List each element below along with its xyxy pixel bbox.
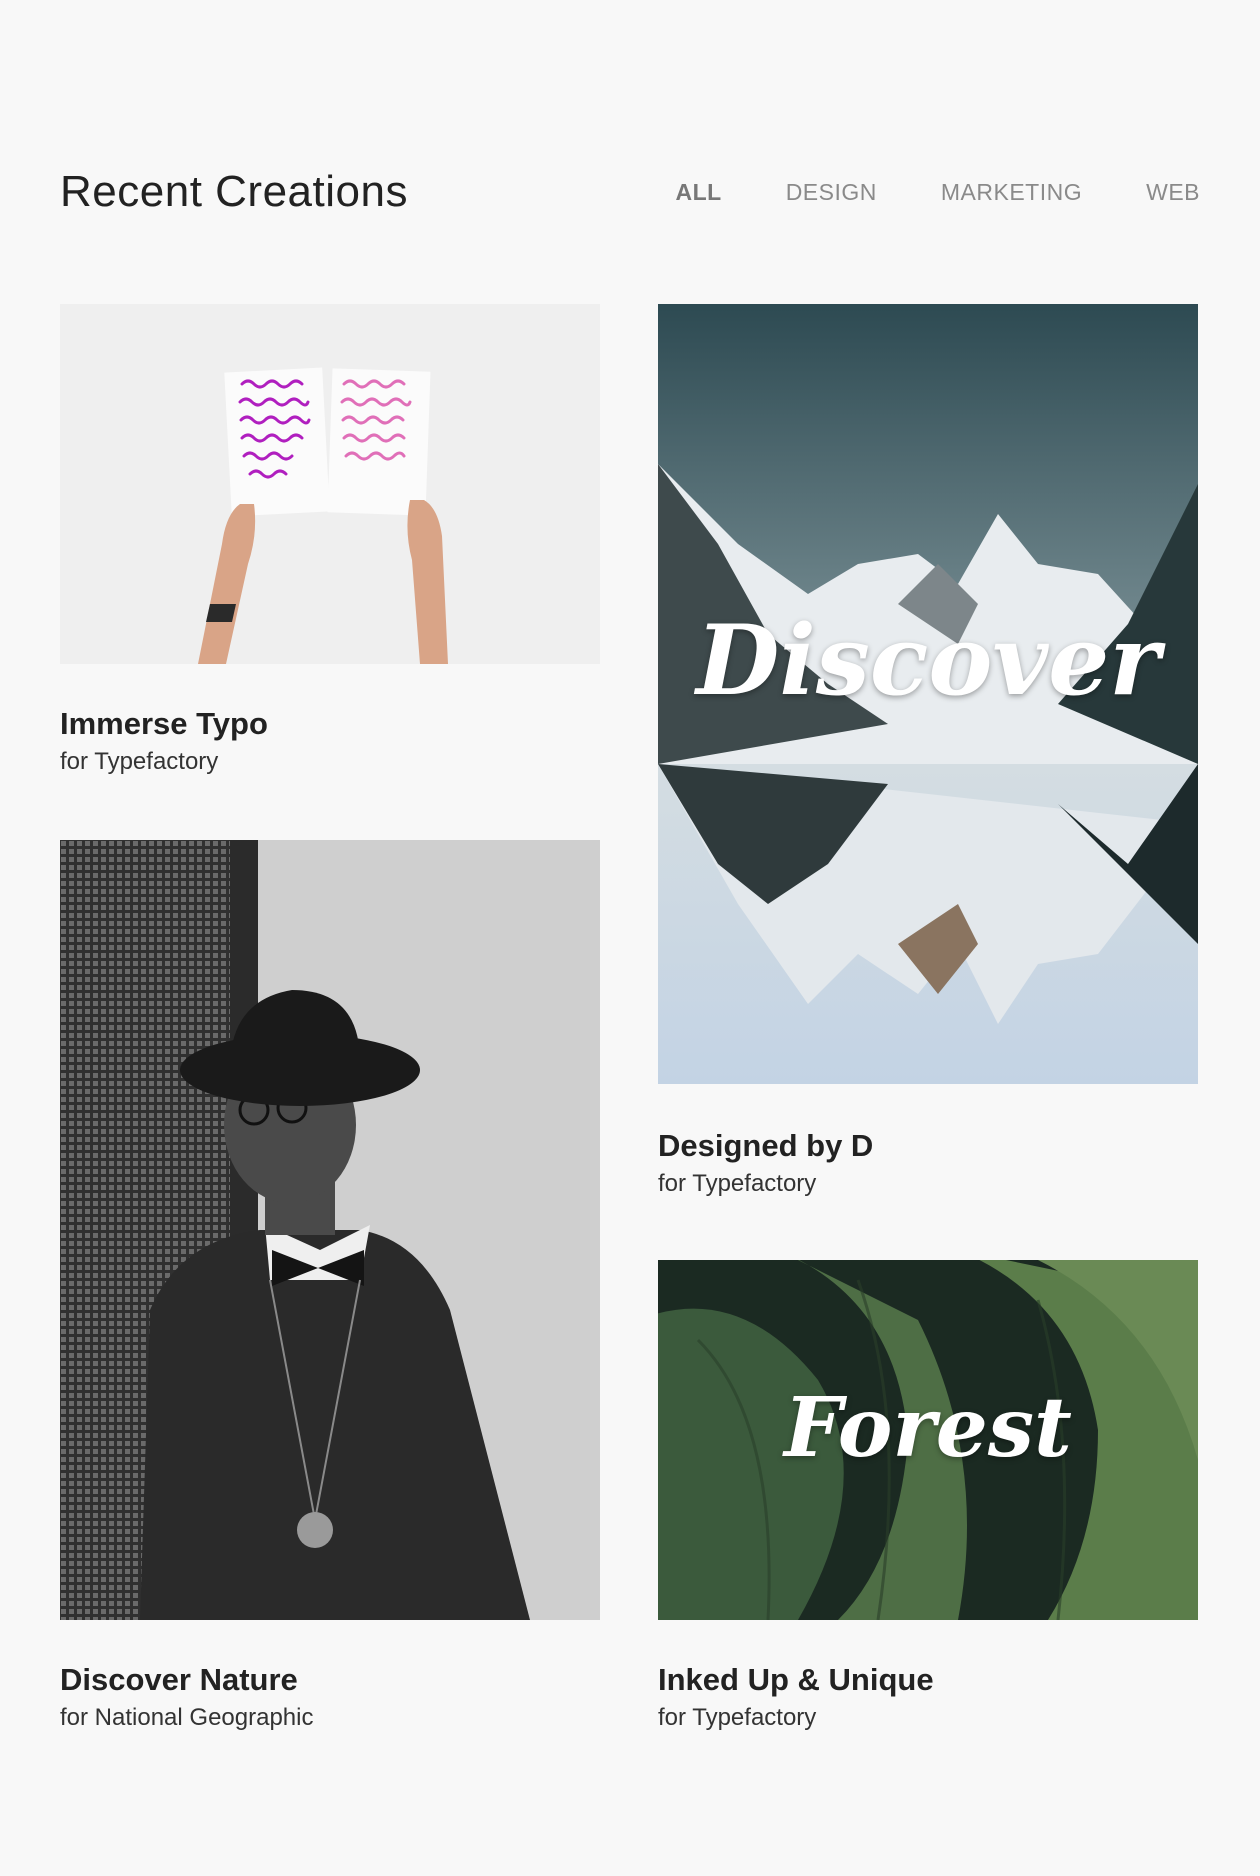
project-client: for Typefactory — [658, 1704, 817, 1731]
project-image[interactable] — [60, 840, 600, 1620]
project-meta: Designed by D for Typefactory — [658, 1128, 1198, 1198]
filter-web[interactable]: WEB — [1146, 179, 1200, 206]
project-title[interactable]: Immerse Typo — [60, 706, 600, 742]
project-image[interactable] — [60, 304, 600, 664]
project-card-discover-nature[interactable]: Discover Nature for National Geographic — [60, 840, 600, 1731]
project-title[interactable]: Designed by D — [658, 1128, 1198, 1164]
overlay-text-forest: Forest — [784, 1380, 1072, 1476]
typography-sheets-illustration — [60, 304, 600, 664]
project-card-inked-up-unique[interactable]: Forest Inked Up & Unique for Typefactory — [658, 1260, 1198, 1731]
project-card-designed-by-d[interactable]: Discover Designed by D for Typefactory — [658, 304, 1198, 1197]
project-title[interactable]: Inked Up & Unique — [658, 1662, 1198, 1698]
project-meta: Discover Nature for National Geographic — [60, 1662, 600, 1732]
project-image[interactable]: Discover — [658, 304, 1198, 1084]
category-filter: ALL DESIGN MARKETING WEB — [675, 179, 1200, 206]
portrait-illustration — [60, 840, 600, 1620]
project-client: for Typefactory — [60, 748, 219, 775]
overlay-text-discover: Discover — [696, 604, 1160, 717]
section-header: Recent Creations ALL DESIGN MARKETING WE… — [60, 160, 1200, 224]
project-meta: Inked Up & Unique for Typefactory — [658, 1662, 1198, 1732]
project-card-immerse-typo[interactable]: Immerse Typo for Typefactory — [60, 304, 600, 775]
project-client: for Typefactory — [658, 1170, 817, 1197]
filter-all[interactable]: ALL — [675, 179, 721, 206]
page-title: Recent Creations — [60, 167, 408, 216]
project-image[interactable]: Forest — [658, 1260, 1198, 1620]
project-meta: Immerse Typo for Typefactory — [60, 706, 600, 776]
portfolio-page: Recent Creations ALL DESIGN MARKETING WE… — [0, 0, 1260, 1876]
filter-marketing[interactable]: MARKETING — [941, 179, 1082, 206]
filter-design[interactable]: DESIGN — [786, 179, 877, 206]
project-title[interactable]: Discover Nature — [60, 1662, 600, 1698]
project-client: for National Geographic — [60, 1704, 314, 1731]
